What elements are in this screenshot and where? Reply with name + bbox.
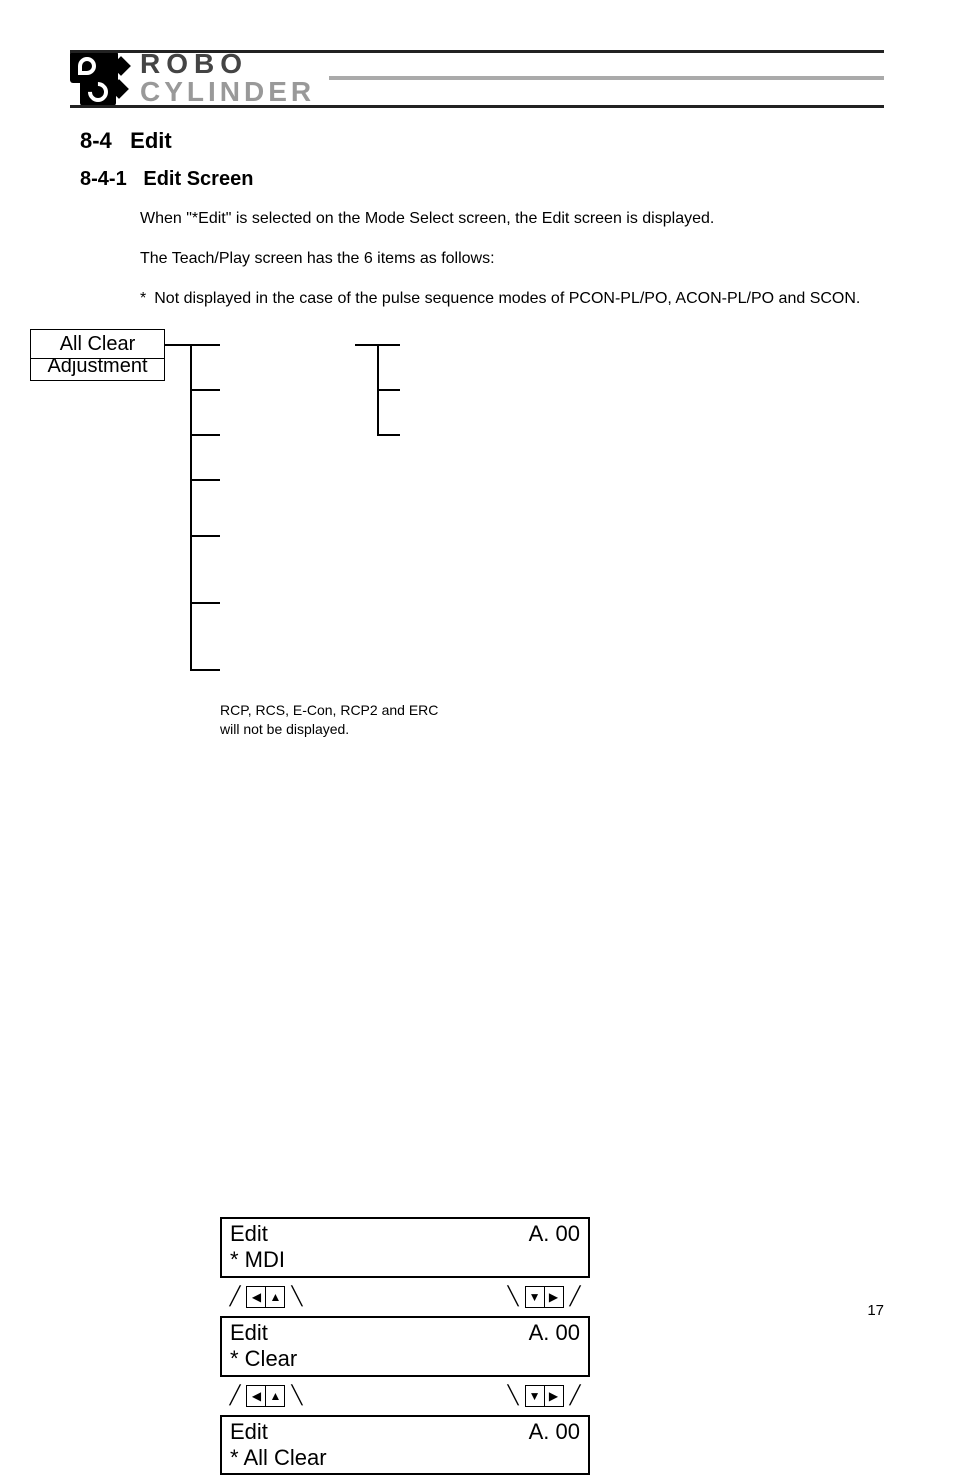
slash-icon: ╲ [506, 1286, 520, 1306]
lcd-status: A. 00 [529, 1419, 580, 1445]
down-right-keys-icon: ▼▶ [525, 1385, 564, 1407]
page-number: 17 [867, 1302, 884, 1319]
subsection-number: 8-4-1 [80, 168, 127, 190]
lcd-status: A. 00 [529, 1221, 580, 1247]
brand-logo: ROBO CYLINDER [70, 50, 315, 106]
lcd-title: Edit [230, 1419, 268, 1445]
slash-icon: ╲ [506, 1385, 520, 1405]
section-title: Edit [130, 128, 172, 153]
note-bullet: * [140, 287, 146, 311]
header-bottom-rule [70, 105, 884, 108]
subsection-heading: 8-4-1 Edit Screen [80, 168, 884, 191]
subsection-title: Edit Screen [143, 168, 253, 190]
section-heading: 8-4 Edit [80, 128, 884, 154]
lcd-item: * MDI [230, 1247, 580, 1273]
lcd-screen-3: Edit A. 00 * All Clear [220, 1415, 590, 1475]
intro-line-1: When "*Edit" is selected on the Mode Sel… [140, 207, 884, 231]
intro-note: * Not displayed in the case of the pulse… [140, 287, 884, 311]
lcd-item: * Clear [230, 1346, 580, 1372]
lcd-screen-2: Edit A. 00 * Clear [220, 1316, 590, 1377]
section-number: 8-4 [80, 128, 112, 153]
slash-icon: ╱ [568, 1286, 582, 1306]
logo-mark-icon [70, 51, 130, 106]
diagram-caption: RCP, RCS, E-Con, RCP2 and ERC will not b… [220, 701, 440, 739]
slash-icon: ╱ [228, 1385, 242, 1405]
lcd-screen-1: Edit A. 00 * MDI [220, 1217, 590, 1278]
lcd-title: Edit [230, 1320, 268, 1346]
node-all-clear: All Clear [30, 329, 165, 359]
header-rule-lines [329, 76, 884, 80]
lcd-item: * All Clear [230, 1445, 580, 1471]
nav-arrow-row-2: ╱ ◀▲ ╲ ╲ ▼▶ ╱ [220, 1377, 590, 1415]
lcd-title: Edit [230, 1221, 268, 1247]
slash-icon: ╲ [290, 1385, 304, 1405]
page-header: ROBO CYLINDER [70, 50, 884, 106]
intro-line-2: The Teach/Play screen has the 6 items as… [140, 247, 884, 271]
logo-text-bottom: CYLINDER [140, 78, 315, 106]
slash-icon: ╱ [228, 1286, 242, 1306]
header-top-rule [70, 50, 884, 53]
lcd-screens: Edit A. 00 * MDI ╱ ◀▲ ╲ ╲ ▼▶ ╱ Edit A. 0… [220, 1217, 590, 1475]
left-up-keys-icon: ◀▲ [246, 1385, 285, 1407]
slash-icon: ╱ [568, 1385, 582, 1405]
down-right-keys-icon: ▼▶ [525, 1286, 564, 1308]
lcd-status: A. 00 [529, 1320, 580, 1346]
note-text: Not displayed in the case of the pulse s… [154, 287, 860, 311]
left-up-keys-icon: ◀▲ [246, 1286, 285, 1308]
logo-text-top: ROBO [140, 50, 315, 78]
slash-icon: ╲ [290, 1286, 304, 1306]
menu-tree-diagram: Mode Select Edit Teach/Play Monitor Erro… [30, 329, 550, 759]
nav-arrow-row-1: ╱ ◀▲ ╲ ╲ ▼▶ ╱ [220, 1278, 590, 1316]
